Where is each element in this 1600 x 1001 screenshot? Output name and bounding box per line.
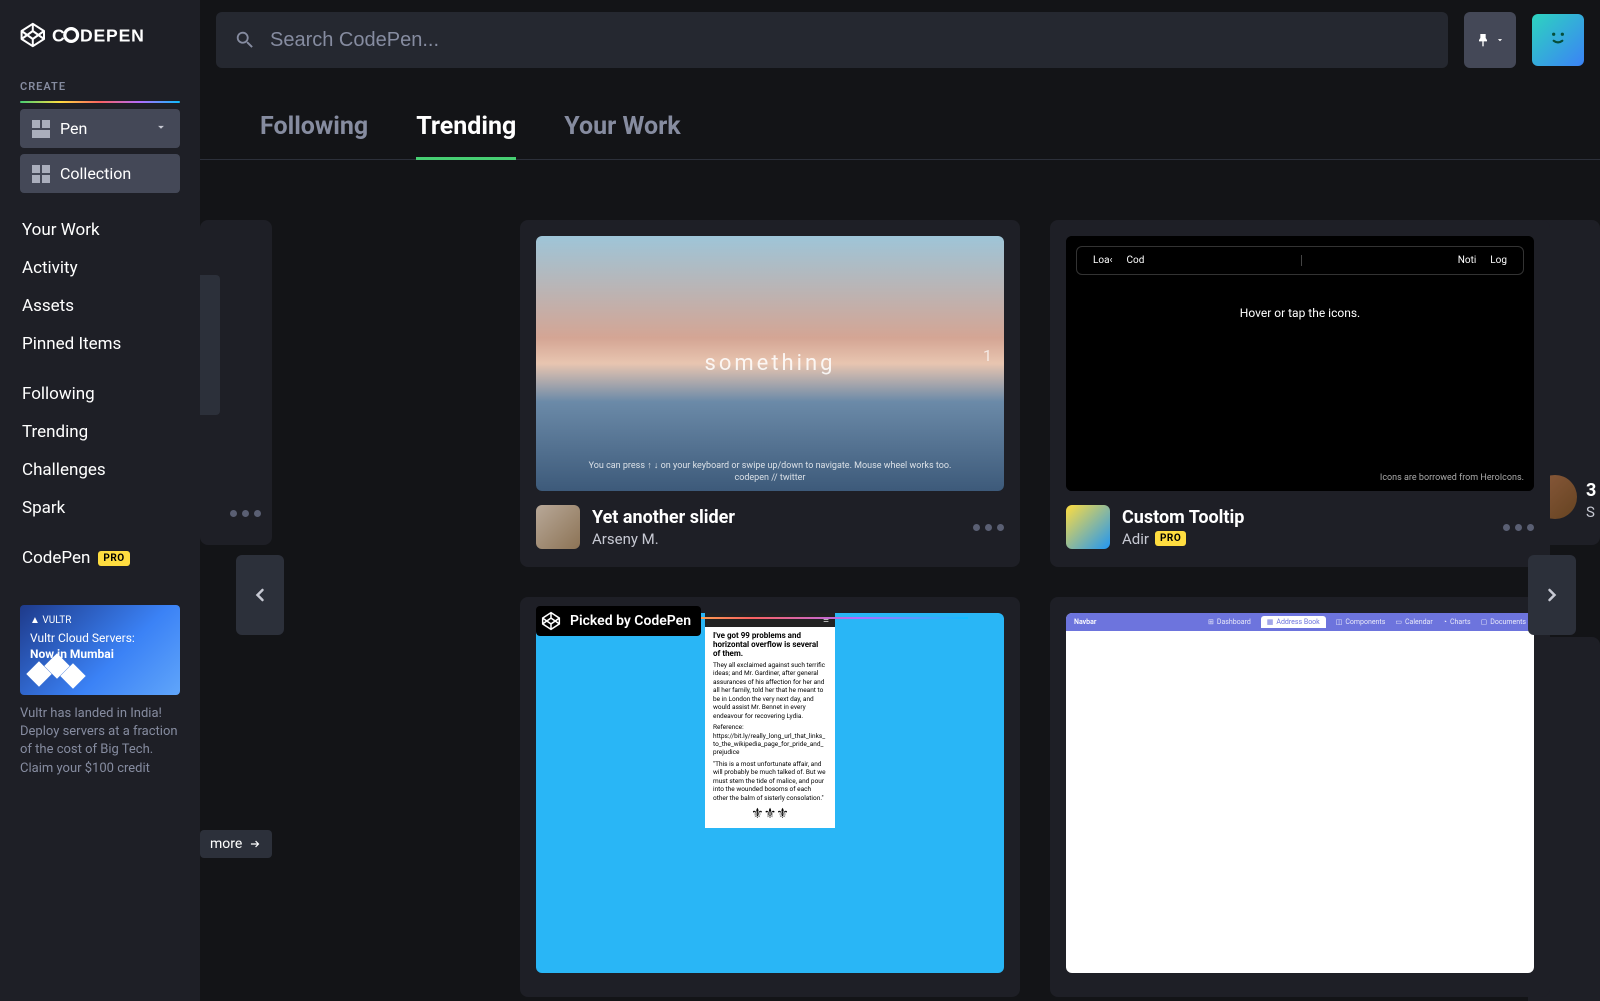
create-buttons: Pen Collection (0, 109, 200, 199)
main: Following Trending Your Work more 3 S (200, 0, 1600, 1001)
preview-indicator: 1 (983, 346, 992, 365)
card-footer: Yet another slider Arseny M. (520, 491, 1020, 567)
picked-badge: Picked by CodePen (536, 606, 701, 636)
preview-nav: Loa‹ Cod Noti Log (1076, 246, 1524, 275)
pen-card-problems[interactable]: ☰ I've got 99 problems and horizontal ov… (520, 597, 1020, 997)
nav-following[interactable]: Following (22, 375, 178, 413)
avatar-face-icon (1545, 25, 1571, 56)
card-title[interactable]: Yet another slider (592, 507, 961, 528)
card-author[interactable]: Arseny M. (592, 530, 961, 548)
preview-center-text: something (704, 351, 835, 376)
preview-main-text: Hover or tap the icons. (1066, 306, 1534, 320)
partial-preview (200, 275, 220, 415)
promo-area: ▲ VULTR Vultr Cloud Servers: Now in Mumb… (0, 589, 200, 794)
codepen-logo-icon: C DEPEN (20, 20, 180, 50)
card-title-fragment: 3 (1586, 480, 1596, 501)
more-button[interactable]: more (200, 830, 272, 858)
pro-badge: PRO (1155, 531, 1186, 546)
search-icon (234, 29, 256, 51)
svg-text:DEPEN: DEPEN (80, 25, 145, 45)
pin-icon (1475, 31, 1491, 49)
nav-your-work[interactable]: Your Work (22, 211, 178, 249)
pen-preview: ☰ I've got 99 problems and horizontal ov… (536, 613, 1004, 973)
picked-label: Picked by CodePen (570, 613, 691, 629)
card-title[interactable]: Custom Tooltip (1122, 507, 1491, 528)
partial-card-left[interactable] (200, 220, 272, 545)
pin-button[interactable] (1464, 12, 1516, 68)
card-menu-button[interactable] (1503, 524, 1534, 531)
create-section-label: CREATE (0, 64, 200, 101)
search-bar[interactable] (216, 12, 1448, 68)
pen-preview: Navbar ⊞Dashboard ▦Address Book ◫Compone… (1066, 613, 1534, 973)
author-avatar[interactable] (1066, 505, 1110, 549)
codepen-pro-label: CodePen (22, 548, 90, 568)
promo-image[interactable]: ▲ VULTR Vultr Cloud Servers: Now in Mumb… (20, 605, 180, 695)
pen-icon (32, 120, 50, 138)
chevron-down-icon (1495, 35, 1505, 45)
create-collection-button[interactable]: Collection (20, 154, 180, 193)
hamburger-icon: ☰ (705, 613, 835, 627)
chevron-left-icon (250, 585, 270, 605)
promo-text[interactable]: Vultr has landed in India! Deploy server… (20, 705, 180, 778)
tab-following[interactable]: Following (260, 112, 368, 159)
nav-primary: Your Work Activity Assets Pinned Items (0, 199, 200, 375)
author-avatar[interactable] (536, 505, 580, 549)
pen-preview: Loa‹ Cod Noti Log Hover or tap the icons… (1066, 236, 1534, 491)
card-menu-button[interactable] (230, 510, 261, 517)
logo[interactable]: C DEPEN (0, 0, 200, 64)
nav-codepen-pro[interactable]: CodePen PRO (0, 539, 200, 589)
nav-pinned-items[interactable]: Pinned Items (22, 325, 178, 363)
preview-credit: Icons are borrowed from HeroIcons. (1380, 473, 1524, 483)
nav-activity[interactable]: Activity (22, 249, 178, 287)
pen-preview: something 1 You can press ↑ ↓ on your ke… (536, 236, 1004, 491)
nav-assets[interactable]: Assets (22, 287, 178, 325)
user-avatar[interactable] (1532, 14, 1584, 66)
carousel-next-button[interactable] (1528, 555, 1576, 635)
search-input[interactable] (270, 29, 1430, 52)
chevron-down-icon (154, 119, 168, 138)
create-pen-button[interactable]: Pen (20, 109, 180, 148)
preview-caption: You can press ↑ ↓ on your keyboard or sw… (589, 460, 952, 471)
nav-secondary: Following Trending Challenges Spark (0, 375, 200, 539)
pen-card-tooltip[interactable]: Loa‹ Cod Noti Log Hover or tap the icons… (1050, 220, 1550, 567)
tab-trending[interactable]: Trending (416, 112, 516, 159)
pen-card-navbar[interactable]: Navbar ⊞Dashboard ▦Address Book ◫Compone… (1050, 597, 1550, 997)
pen-label: Pen (60, 119, 87, 138)
preview-navbar: Navbar ⊞Dashboard ▦Address Book ◫Compone… (1066, 613, 1534, 631)
sidebar: C DEPEN CREATE Pen Collection Your Work … (0, 0, 200, 1001)
content-area: more 3 S something 1 (200, 160, 1600, 1001)
pen-card-slider[interactable]: something 1 You can press ↑ ↓ on your ke… (520, 220, 1020, 567)
nav-trending[interactable]: Trending (22, 413, 178, 451)
card-footer: Custom Tooltip Adir PRO (1050, 491, 1550, 567)
codepen-icon (540, 610, 562, 632)
rainbow-divider (20, 101, 180, 103)
chevron-right-icon (1542, 585, 1562, 605)
card-author[interactable]: Adir PRO (1122, 530, 1491, 548)
collection-icon (32, 165, 50, 183)
ornament-icon: ⚜︎⚜︎⚜︎ (713, 806, 827, 822)
preview-links: codepen // twitter (734, 473, 805, 483)
nav-spark[interactable]: Spark (22, 489, 178, 527)
collection-label: Collection (60, 164, 131, 183)
card-author-fragment: S (1586, 503, 1595, 521)
topbar (200, 0, 1600, 80)
promo-brand: ▲ VULTR (30, 615, 71, 626)
tab-your-work[interactable]: Your Work (564, 112, 680, 159)
promo-graphic (30, 657, 80, 687)
nav-challenges[interactable]: Challenges (22, 451, 178, 489)
carousel-prev-button[interactable] (236, 555, 284, 635)
pro-badge: PRO (98, 551, 129, 566)
arrow-right-icon (248, 837, 262, 851)
tabs: Following Trending Your Work (200, 80, 1600, 160)
card-menu-button[interactable] (973, 524, 1004, 531)
